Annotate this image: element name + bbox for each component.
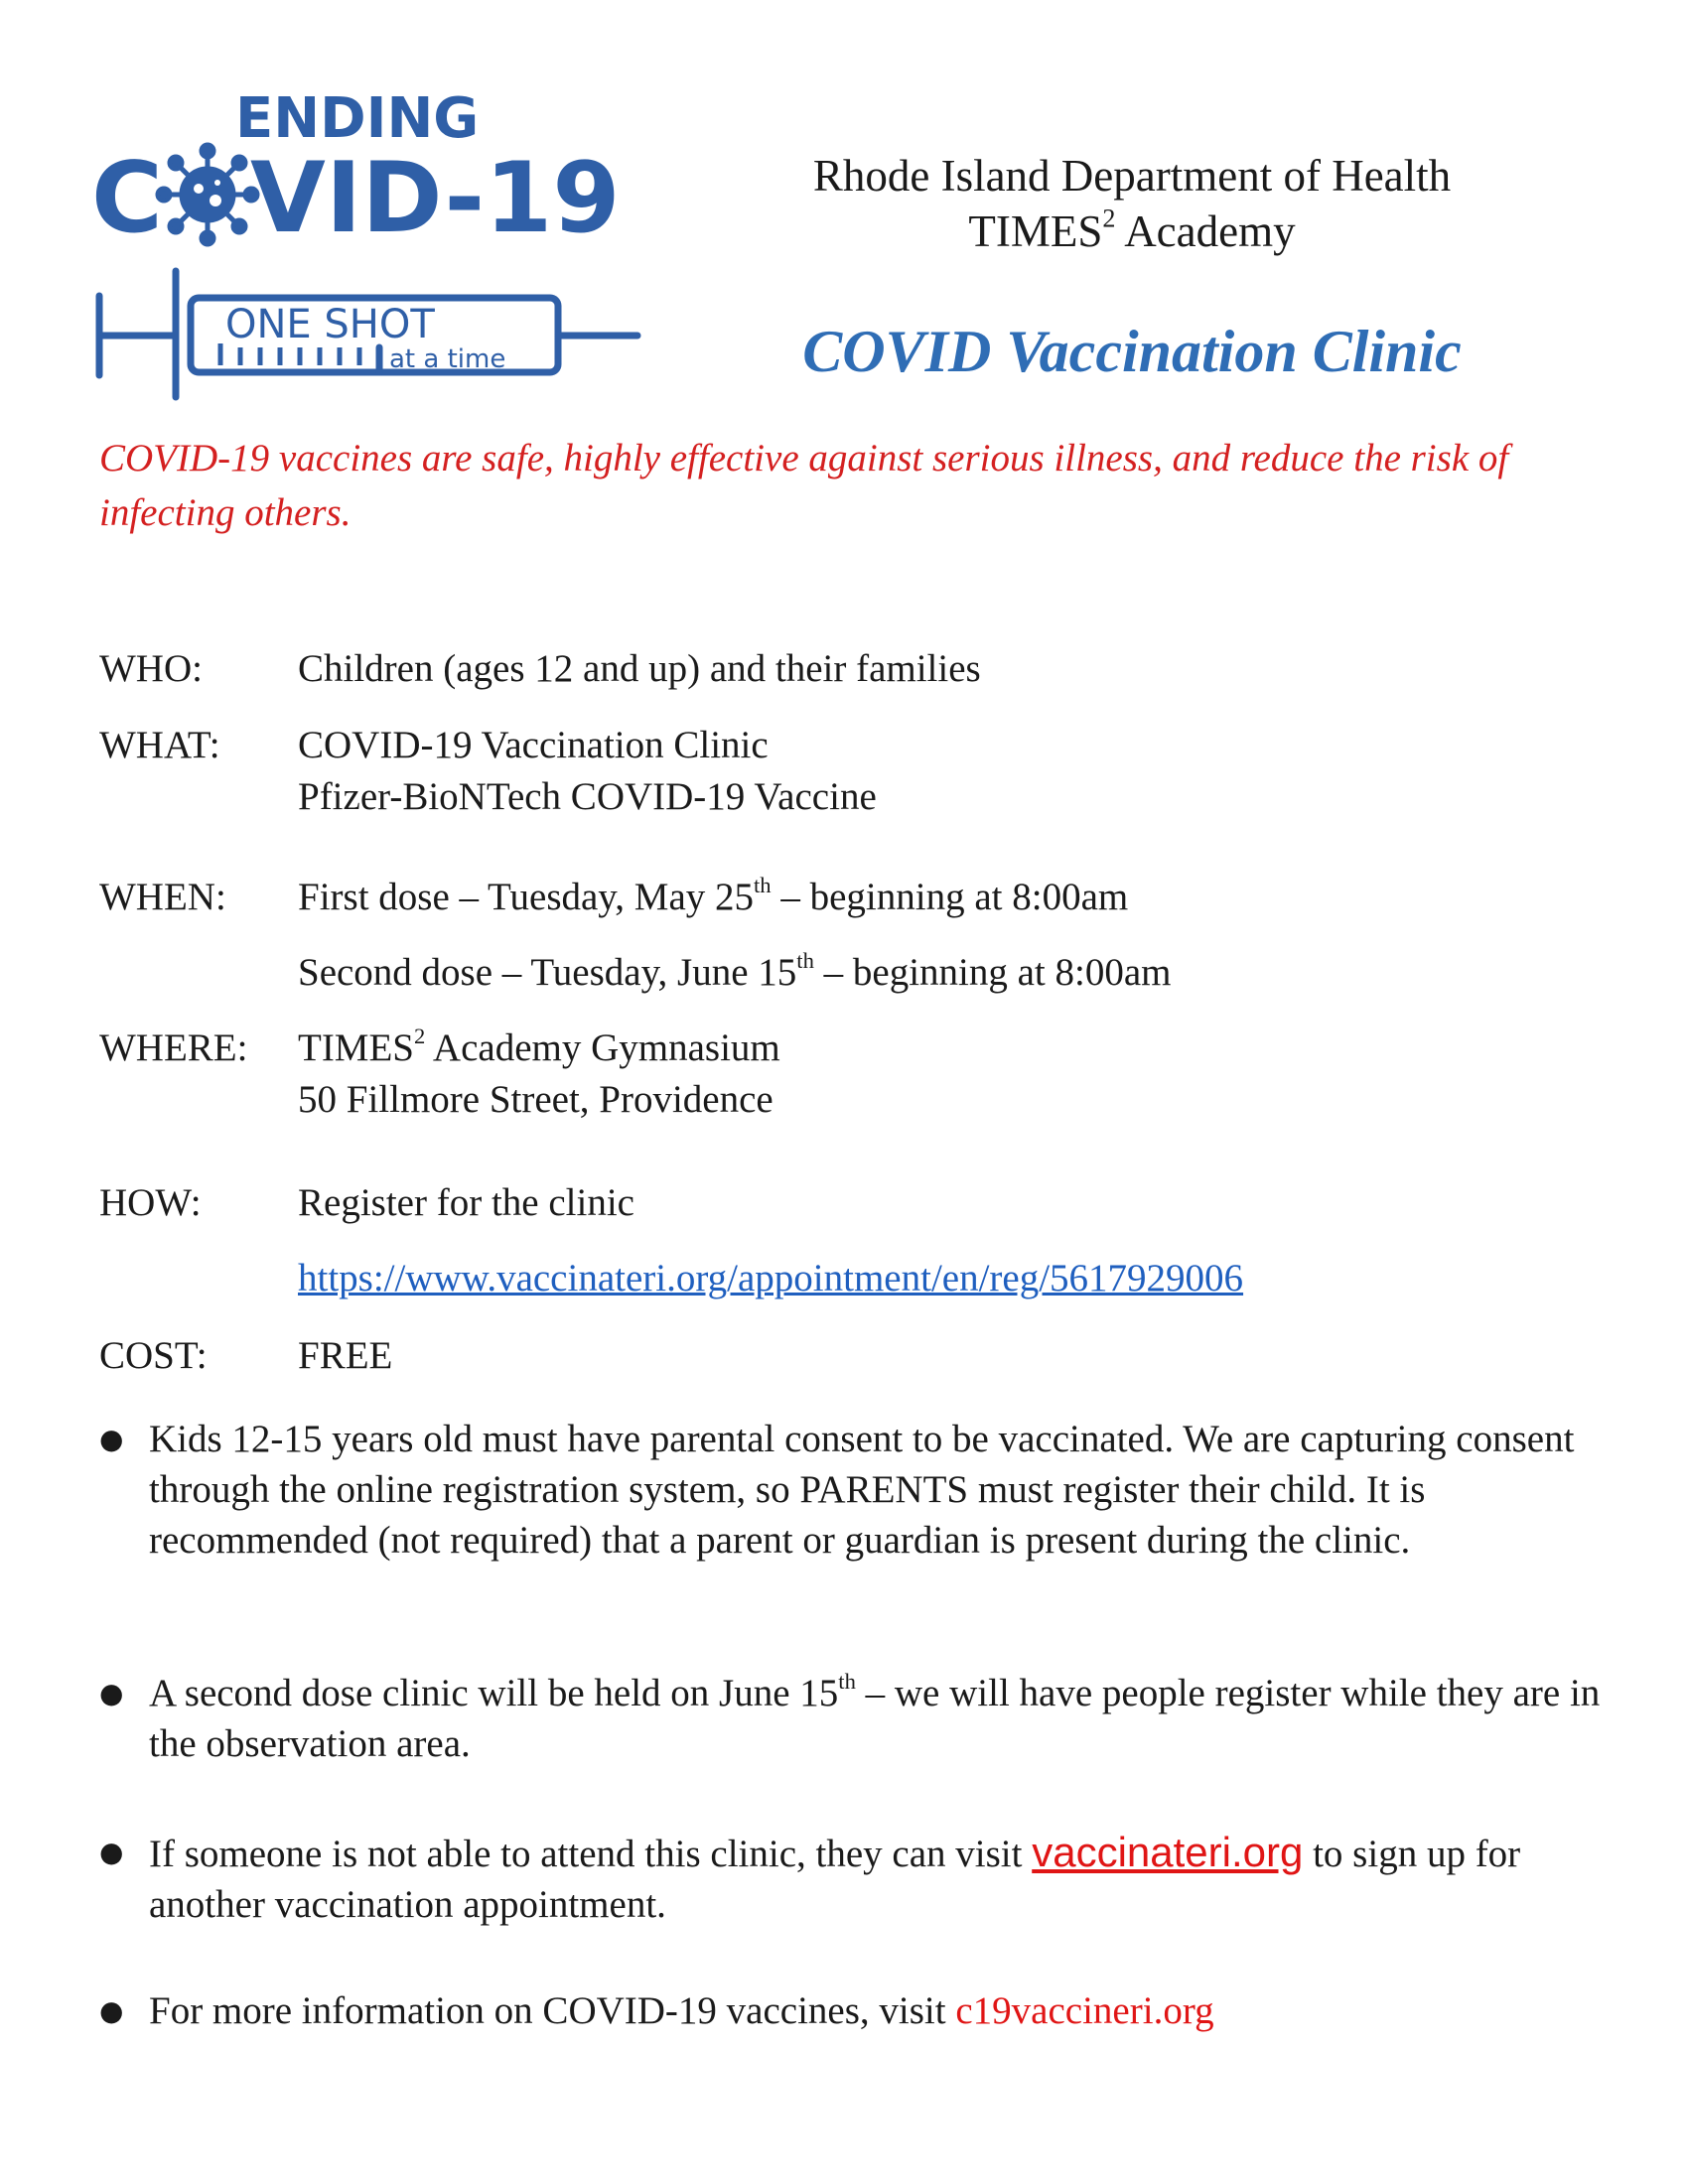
- bullet-dot-icon: ●: [99, 1423, 124, 1455]
- logo-c-letter: C: [91, 142, 163, 255]
- second-dose-line: Second dose – Tuesday, June 15th – begin…: [298, 947, 1589, 999]
- virus-icon: [155, 142, 260, 247]
- second-dose-post: – beginning at 8:00am: [813, 951, 1172, 994]
- where-pre: TIMES: [298, 1026, 414, 1069]
- first-dose-sup: th: [754, 873, 772, 898]
- how-line-1: Register for the clinic: [298, 1181, 634, 1224]
- who-value: Children (ages 12 and up) and their fami…: [298, 647, 981, 690]
- bullet-dot-icon: ●: [99, 1836, 124, 1868]
- b2-sup: th: [838, 1669, 856, 1695]
- b3-pre: If someone is not able to attend this cl…: [149, 1833, 1033, 1875]
- ending-covid-logo: ENDING C VID-19 ONE SHOT at a time: [91, 87, 641, 401]
- school-name: TIMES2 Academy: [735, 203, 1529, 260]
- safety-tagline: COVID-19 vaccines are safe, highly effec…: [99, 437, 1509, 534]
- who-label: WHO:: [99, 647, 203, 690]
- second-dose-pre: Second dose – Tuesday, June 15: [298, 951, 797, 994]
- how-label: HOW:: [99, 1181, 202, 1224]
- b4-pre: For more information on COVID-19 vaccine…: [149, 1989, 956, 2032]
- what-line-1: COVID-19 Vaccination Clinic: [298, 724, 769, 766]
- where-sup: 2: [414, 1024, 426, 1049]
- c19vaccineri-link[interactable]: c19vaccineri.org: [955, 1989, 1213, 2032]
- cost-value: FREE: [298, 1334, 393, 1377]
- logo-one-shot-text: ONE SHOT: [225, 302, 435, 347]
- school-name-post: Academy: [1115, 206, 1296, 256]
- where-line-1: TIMES2 Academy Gymnasium: [298, 1023, 1589, 1074]
- vaccinateri-link[interactable]: vaccinateri.org: [1032, 1829, 1303, 1875]
- cost-label: COST:: [99, 1334, 208, 1377]
- bullet-alternate-text: If someone is not able to attend this cl…: [149, 1827, 1609, 1930]
- what-label: WHAT:: [99, 724, 220, 766]
- b2-pre: A second dose clinic will be held on Jun…: [149, 1672, 839, 1714]
- first-dose-line: First dose – Tuesday, May 25th – beginni…: [298, 872, 1589, 923]
- bullet-second-dose-text: A second dose clinic will be held on Jun…: [149, 1668, 1609, 1769]
- logo-vid-text: VID-19: [250, 142, 621, 255]
- bullet-consent-text: Kids 12-15 years old must have parental …: [149, 1418, 1575, 1562]
- registration-link[interactable]: https://www.vaccinateri.org/appointment/…: [298, 1257, 1243, 1299]
- clinic-title: COVID Vaccination Clinic: [802, 319, 1462, 384]
- bullet-more-info-text: For more information on COVID-19 vaccine…: [149, 1985, 1609, 2036]
- first-dose-post: – beginning at 8:00am: [771, 876, 1129, 918]
- school-name-pre: TIMES: [968, 206, 1103, 256]
- where-label: WHERE:: [99, 1026, 248, 1069]
- organization-name: Rhode Island Department of Health: [812, 151, 1452, 201]
- logo-at-a-time-text: at a time: [389, 344, 505, 374]
- first-dose-pre: First dose – Tuesday, May 25: [298, 876, 755, 918]
- bullet-dot-icon: ●: [99, 1994, 124, 2027]
- second-dose-sup: th: [796, 948, 814, 974]
- what-line-2: Pfizer-BioNTech COVID-19 Vaccine: [298, 775, 877, 818]
- when-label: WHEN:: [99, 876, 226, 918]
- where-line-2: 50 Fillmore Street, Providence: [298, 1078, 774, 1121]
- where-post: Academy Gymnasium: [425, 1026, 780, 1069]
- bullet-dot-icon: ●: [99, 1677, 124, 1709]
- school-name-sup: 2: [1102, 204, 1116, 233]
